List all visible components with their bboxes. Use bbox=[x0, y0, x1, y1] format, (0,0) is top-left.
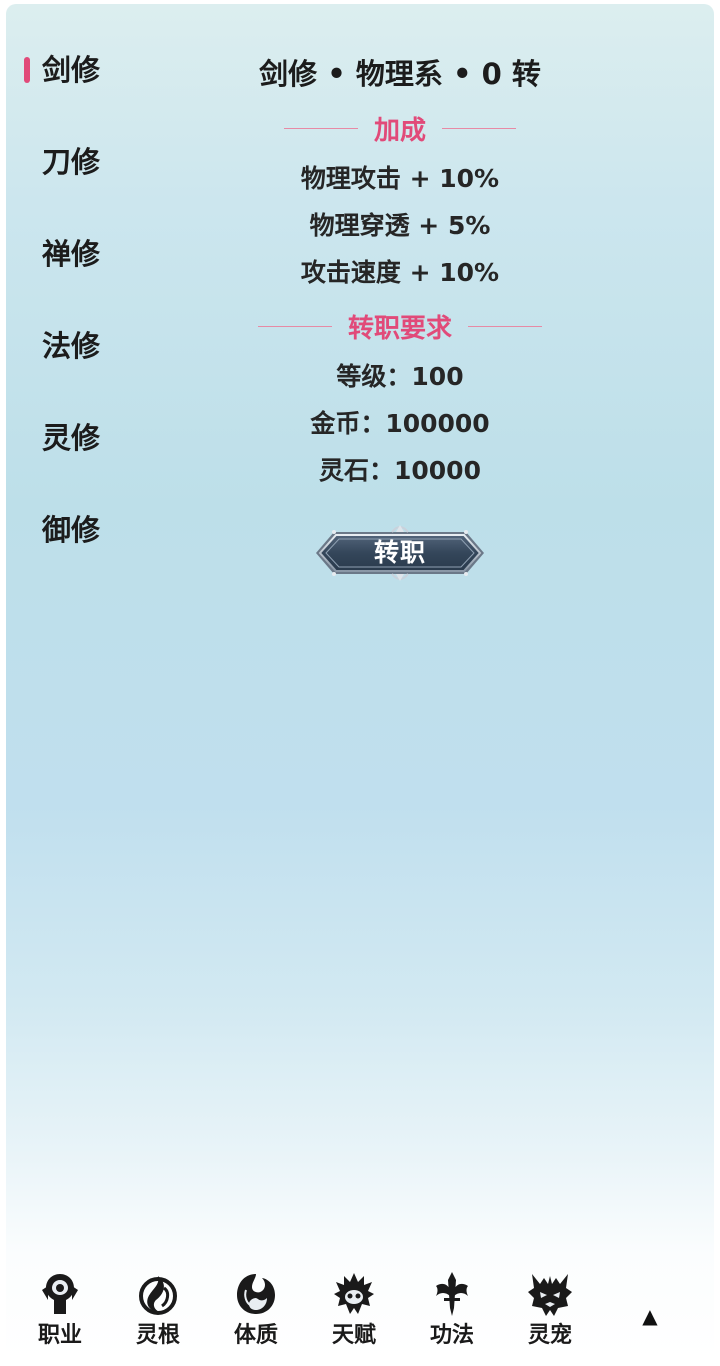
bonus-row: 物理攻击 + 10% bbox=[300, 164, 500, 193]
sidebar-item-label: 灵修 bbox=[42, 421, 101, 455]
sidebar-item-blade[interactable]: 刀修 bbox=[6, 134, 126, 226]
nav-label: 职业 bbox=[37, 1323, 82, 1348]
bonus-row: 物理穿透 + 5% bbox=[309, 211, 491, 240]
nav-item-spirit-root[interactable]: 灵根 bbox=[118, 1270, 198, 1356]
class-sidebar: 剑修 刀修 禅修 法修 灵修 御修 bbox=[6, 42, 126, 594]
sidebar-item-spirit[interactable]: 灵修 bbox=[6, 410, 126, 502]
nav-label: 灵宠 bbox=[527, 1323, 572, 1348]
sidebar-item-label: 御修 bbox=[42, 513, 101, 547]
spirit-pet-icon bbox=[528, 1274, 572, 1316]
sidebar-item-label: 刀修 bbox=[42, 145, 101, 179]
divider bbox=[283, 127, 358, 129]
sidebar-item-magic[interactable]: 法修 bbox=[6, 318, 126, 410]
divider bbox=[257, 325, 332, 327]
transfer-button-label: 转职 bbox=[373, 538, 426, 567]
nav-item-profession[interactable]: 职业 bbox=[20, 1270, 100, 1356]
sidebar-item-zen[interactable]: 禅修 bbox=[6, 226, 126, 318]
talent-icon bbox=[334, 1273, 374, 1314]
sidebar-item-label: 剑修 bbox=[42, 53, 101, 87]
nav-item-technique[interactable]: 功法 bbox=[412, 1270, 492, 1356]
sidebar-item-label: 法修 bbox=[42, 329, 101, 363]
nav-item-spirit-pet[interactable]: 灵宠 bbox=[510, 1270, 590, 1356]
nav-label: 功法 bbox=[429, 1323, 474, 1348]
requirement-heading: 转职要求 bbox=[347, 313, 452, 344]
nav-item-talent[interactable]: 天赋 bbox=[314, 1270, 394, 1356]
bonus-row: 攻击速度 + 10% bbox=[300, 258, 500, 287]
bonus-section-header: 加成 bbox=[156, 108, 644, 148]
nav-label: 灵根 bbox=[135, 1323, 180, 1348]
nav-item-physique[interactable]: 体质 bbox=[216, 1270, 296, 1356]
bonus-heading: 加成 bbox=[373, 115, 426, 146]
nav-label: 体质 bbox=[233, 1323, 278, 1348]
divider bbox=[442, 127, 516, 129]
requirement-row: 灵石：10000 bbox=[319, 456, 481, 485]
app-screen: 剑修 刀修 禅修 法修 灵修 御修 剑修 • 物理系 • 0 转 加成 物理攻击… bbox=[6, 4, 714, 1360]
requirement-row: 等级：100 bbox=[336, 362, 464, 391]
physique-icon bbox=[237, 1274, 275, 1314]
page-title: 剑修 • 物理系 • 0 转 bbox=[259, 57, 541, 91]
scroll-top-button[interactable]: ▲ bbox=[630, 1296, 670, 1336]
requirement-section-header: 转职要求 bbox=[156, 306, 644, 346]
requirement-row: 金币：100000 bbox=[310, 409, 490, 438]
sidebar-item-control[interactable]: 御修 bbox=[6, 502, 126, 594]
spirit-root-icon bbox=[139, 1276, 177, 1315]
profession-icon bbox=[42, 1274, 78, 1314]
sidebar-item-label: 禅修 bbox=[42, 237, 101, 271]
bottom-nav: 职业 灵根 体质 天赋 功法 灵宠 ▲ bbox=[6, 1270, 714, 1356]
divider bbox=[468, 325, 542, 327]
active-indicator bbox=[24, 57, 30, 83]
nav-label: 天赋 bbox=[331, 1323, 376, 1348]
transfer-button[interactable]: 转职 bbox=[312, 520, 488, 586]
sidebar-item-sword[interactable]: 剑修 bbox=[6, 42, 126, 134]
technique-icon bbox=[436, 1272, 468, 1316]
